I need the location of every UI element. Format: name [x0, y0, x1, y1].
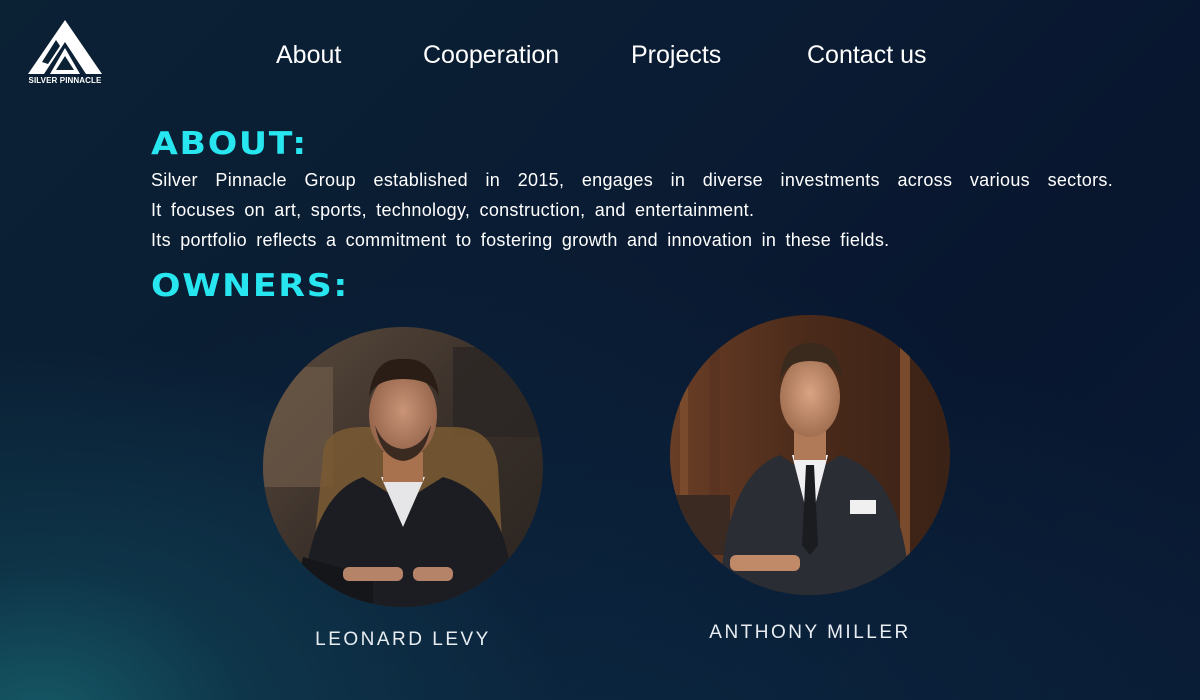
owner-photo-leonard-levy — [263, 327, 543, 607]
about-line: Silver Pinnacle Group established in 201… — [151, 170, 1113, 190]
owner-name-anthony-miller: ANTHONY MILLER — [709, 622, 911, 643]
nav-item-cooperation[interactable]: Cooperation — [423, 38, 559, 72]
nav-item-projects[interactable]: Projects — [631, 38, 721, 72]
brand-logo[interactable]: SILVER PINNACLE — [22, 18, 108, 88]
nav-item-contact-us[interactable]: Contact us — [807, 38, 927, 72]
mountain-logo-icon — [28, 20, 102, 74]
about-text: Silver Pinnacle Group established in 201… — [151, 165, 1113, 255]
owner-name-leonard-levy: LEONARD LEVY — [315, 629, 491, 650]
about-heading: ABOUT: — [151, 126, 308, 162]
owners-heading: OWNERS: — [151, 268, 349, 304]
about-line: Its portfolio reflects a commitment to f… — [151, 230, 890, 250]
about-line: It focuses on art, sports, technology, c… — [151, 200, 755, 220]
owner-photo-anthony-miller — [670, 315, 950, 595]
brand-name: SILVER PINNACLE — [28, 76, 102, 85]
nav-item-about[interactable]: About — [276, 38, 341, 72]
